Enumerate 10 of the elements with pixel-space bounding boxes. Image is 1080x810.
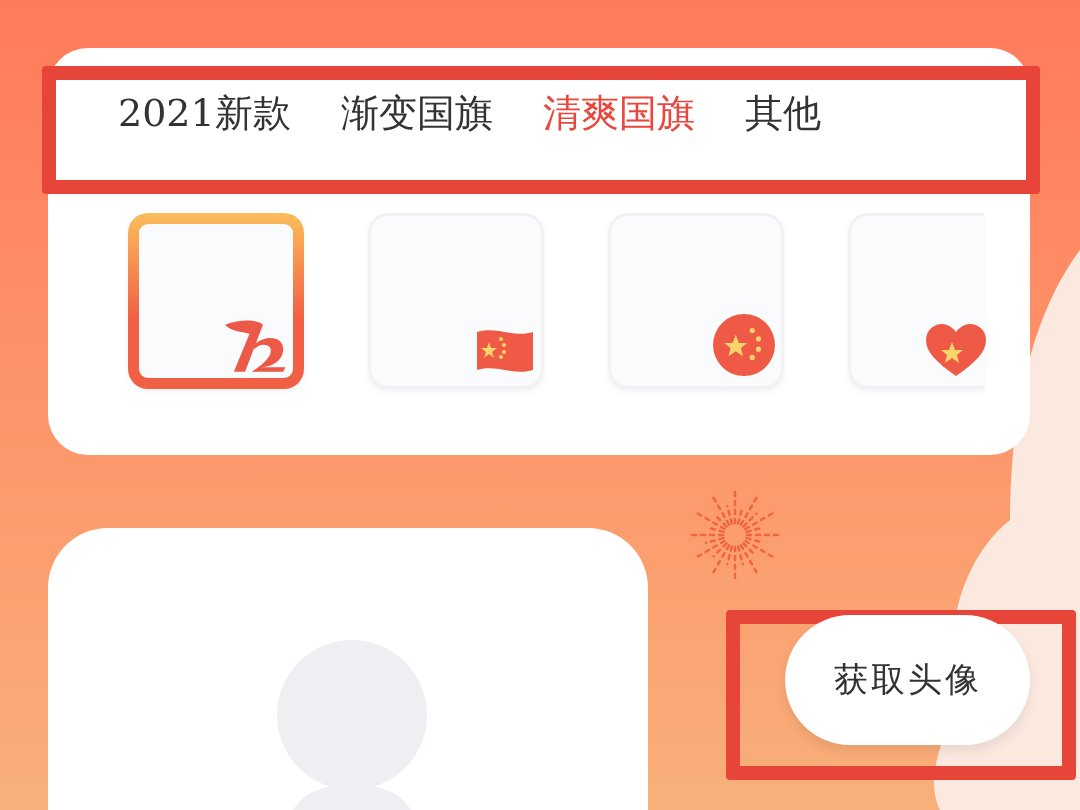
- frame-option[interactable]: [608, 213, 784, 389]
- frame-option[interactable]: [368, 213, 544, 389]
- frame-option[interactable]: [848, 213, 984, 389]
- heart-flag-icon: [926, 324, 986, 378]
- category-tab[interactable]: 其他: [744, 88, 821, 139]
- category-tab[interactable]: 清爽国旗: [542, 88, 695, 139]
- get-avatar-button[interactable]: 获取头像: [785, 615, 1030, 745]
- category-tab[interactable]: 渐变国旗: [340, 88, 493, 139]
- flag-circle-icon: [713, 314, 775, 376]
- category-tab[interactable]: 2021新款: [118, 88, 291, 139]
